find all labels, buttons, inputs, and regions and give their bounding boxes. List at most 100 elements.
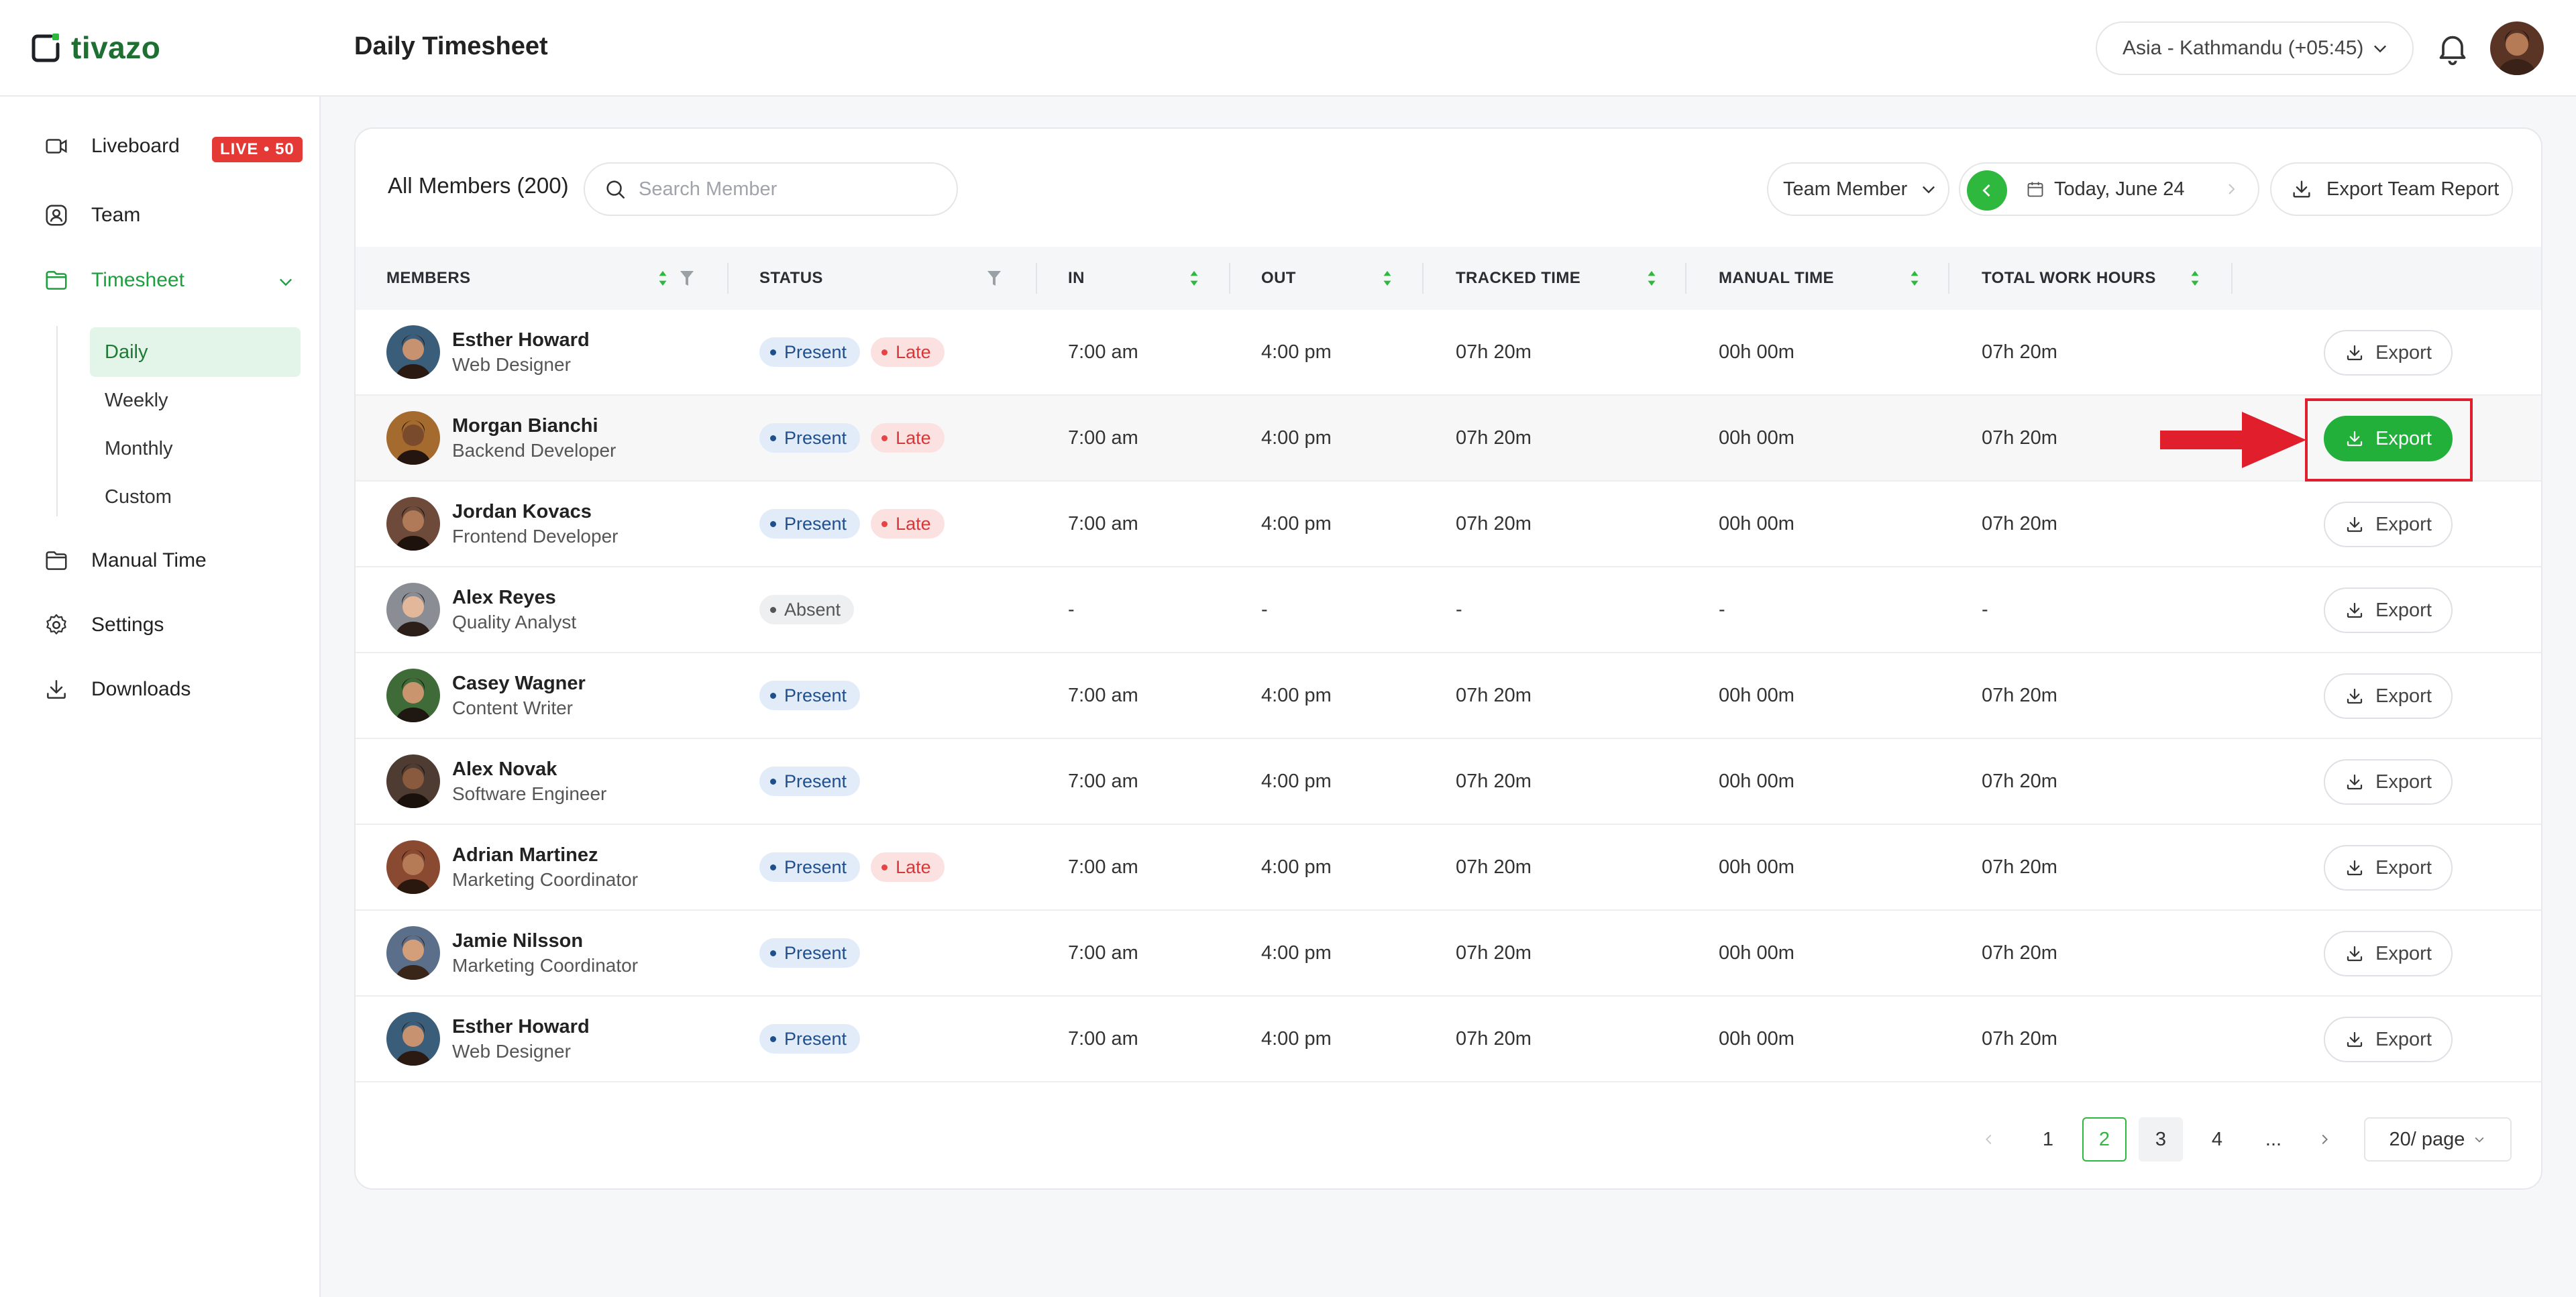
status-cell: Present Late bbox=[759, 310, 945, 394]
bell-icon[interactable] bbox=[2434, 30, 2471, 67]
sort-icon[interactable] bbox=[1382, 271, 1393, 286]
sidebar-item-label: Team bbox=[91, 204, 141, 226]
status-present-badge: Present bbox=[759, 1024, 861, 1054]
download-icon bbox=[42, 675, 71, 704]
tracked-time: 07h 20m bbox=[1456, 684, 1532, 706]
sidebar-item-downloads[interactable]: Downloads bbox=[42, 675, 191, 704]
member-name[interactable]: Adrian Martinez bbox=[452, 844, 638, 866]
column-header-tracked-time[interactable]: TRACKED TIME bbox=[1456, 247, 1580, 310]
pagination-page[interactable]: 1 bbox=[2026, 1117, 2070, 1162]
sidebar-item-team[interactable]: Team bbox=[42, 201, 140, 230]
manual-time: 00h 00m bbox=[1719, 770, 1794, 792]
live-badge: LIVE • 50 bbox=[212, 137, 303, 162]
in-time: 7:00 am bbox=[1068, 1027, 1138, 1050]
pagination-page[interactable]: 3 bbox=[2139, 1117, 2183, 1162]
previous-day-button[interactable] bbox=[1967, 170, 2007, 211]
sidebar-subitem-monthly[interactable]: Monthly bbox=[90, 424, 301, 473]
table-row: Jamie Nilsson Marketing Coordinator Pres… bbox=[356, 911, 2541, 997]
sidebar-item-settings[interactable]: Settings bbox=[42, 610, 164, 640]
out-time: 4:00 pm bbox=[1261, 512, 1332, 534]
export-row-button[interactable]: Export bbox=[2324, 673, 2453, 719]
pagination-ellipsis[interactable]: ... bbox=[2251, 1117, 2296, 1162]
avatar bbox=[386, 325, 440, 379]
member-name[interactable]: Esther Howard bbox=[452, 1016, 590, 1038]
export-label: Export bbox=[2375, 599, 2432, 621]
sidebar-item-timesheet[interactable]: Timesheet bbox=[42, 266, 292, 295]
table-row: Adrian Martinez Marketing Coordinator Pr… bbox=[356, 825, 2541, 911]
manual-time: 00h 00m bbox=[1719, 1027, 1794, 1050]
chevron-right-icon bbox=[2229, 184, 2235, 194]
column-header-members[interactable]: MEMBERS bbox=[386, 247, 470, 310]
export-row-button[interactable]: Export bbox=[2324, 587, 2453, 633]
export-row-button[interactable]: Export bbox=[2324, 502, 2453, 547]
timezone-select[interactable]: Asia - Kathmandu (+05:45) bbox=[2096, 21, 2414, 75]
per-page-select[interactable]: 20/ page bbox=[2364, 1117, 2512, 1162]
tracked-time: 07h 20m bbox=[1456, 942, 1532, 964]
table-row: Jordan Kovacs Frontend Developer Present… bbox=[356, 482, 2541, 567]
filter-icon[interactable] bbox=[987, 271, 1001, 286]
search-box[interactable] bbox=[584, 162, 958, 216]
sort-icon[interactable] bbox=[1646, 271, 1657, 286]
manual-time: 00h 00m bbox=[1719, 942, 1794, 964]
member-name[interactable]: Jordan Kovacs bbox=[452, 501, 618, 523]
member-role: Software Engineer bbox=[452, 783, 607, 804]
in-time: 7:00 am bbox=[1068, 684, 1138, 706]
out-time: 4:00 pm bbox=[1261, 1027, 1332, 1050]
export-row-button[interactable]: Export bbox=[2324, 759, 2453, 805]
sidebar-item-liveboard[interactable]: Liveboard bbox=[42, 131, 180, 161]
pagination-next-button[interactable] bbox=[2308, 1117, 2341, 1162]
sidebar-item-manual-time[interactable]: Manual Time bbox=[42, 546, 207, 575]
logo[interactable]: tivazo bbox=[31, 30, 160, 66]
member-cell: Esther Howard Web Designer bbox=[386, 310, 590, 394]
download-icon bbox=[2347, 860, 2363, 876]
export-team-report-button[interactable]: Export Team Report bbox=[2270, 162, 2513, 216]
sort-icon[interactable] bbox=[1909, 271, 1920, 286]
column-header-total-work-hours[interactable]: TOTAL WORK HOURS bbox=[1982, 247, 2156, 310]
sort-icon[interactable] bbox=[1189, 271, 1199, 286]
export-row-button[interactable]: Export bbox=[2324, 330, 2453, 376]
export-row-button[interactable]: Export bbox=[2324, 1017, 2453, 1062]
sidebar-subitem-weekly[interactable]: Weekly bbox=[90, 376, 301, 425]
member-name[interactable]: Morgan Bianchi bbox=[452, 415, 616, 437]
table-row: Alex Reyes Quality Analyst Absent - - - … bbox=[356, 567, 2541, 653]
export-row-button[interactable]: Export bbox=[2324, 931, 2453, 976]
member-name[interactable]: Jamie Nilsson bbox=[452, 930, 638, 952]
sort-icon[interactable] bbox=[657, 271, 668, 286]
sidebar-subitem-daily[interactable]: Daily bbox=[90, 327, 301, 377]
status-late-badge: Late bbox=[871, 337, 945, 367]
tracked-time: 07h 20m bbox=[1456, 427, 1532, 449]
pagination-page-current[interactable]: 2 bbox=[2082, 1117, 2127, 1162]
sidebar-subitem-custom[interactable]: Custom bbox=[90, 472, 301, 522]
column-header-out[interactable]: OUT bbox=[1261, 247, 1296, 310]
member-cell: Alex Reyes Quality Analyst bbox=[386, 567, 576, 652]
member-name[interactable]: Alex Novak bbox=[452, 758, 606, 781]
column-header-status[interactable]: STATUS bbox=[759, 247, 823, 310]
search-input[interactable] bbox=[639, 178, 934, 201]
status-cell: Present bbox=[759, 739, 861, 824]
export-row-button[interactable]: Export bbox=[2324, 845, 2453, 891]
filter-icon[interactable] bbox=[680, 271, 694, 286]
date-picker[interactable]: Today, June 24 bbox=[2026, 164, 2185, 215]
in-time: 7:00 am bbox=[1068, 341, 1138, 363]
export-label: Export bbox=[2375, 513, 2432, 535]
status-present-badge: Present bbox=[759, 767, 861, 796]
member-name[interactable]: Casey Wagner bbox=[452, 673, 586, 695]
sort-icon[interactable] bbox=[2190, 271, 2200, 286]
team-member-select[interactable]: Team Member bbox=[1767, 162, 1949, 216]
member-name[interactable]: Alex Reyes bbox=[452, 587, 576, 609]
member-role: Web Designer bbox=[452, 1040, 571, 1062]
user-avatar[interactable] bbox=[2490, 21, 2544, 75]
pagination-prev-button[interactable] bbox=[1972, 1117, 2006, 1162]
chevron-right-icon bbox=[2322, 1134, 2328, 1145]
column-header-manual-time[interactable]: MANUAL TIME bbox=[1719, 247, 1834, 310]
total-work-hours: 07h 20m bbox=[1982, 942, 2057, 964]
chevron-left-icon bbox=[1986, 1134, 1992, 1145]
next-day-button[interactable] bbox=[2212, 170, 2250, 208]
export-label: Export bbox=[2375, 1028, 2432, 1050]
avatar bbox=[386, 411, 440, 465]
team-select-label: Team Member bbox=[1783, 178, 1908, 200]
pagination-page[interactable]: 4 bbox=[2195, 1117, 2239, 1162]
column-header-in[interactable]: IN bbox=[1068, 247, 1085, 310]
member-name[interactable]: Esther Howard bbox=[452, 329, 590, 351]
date-label: Today, June 24 bbox=[2054, 178, 2185, 200]
